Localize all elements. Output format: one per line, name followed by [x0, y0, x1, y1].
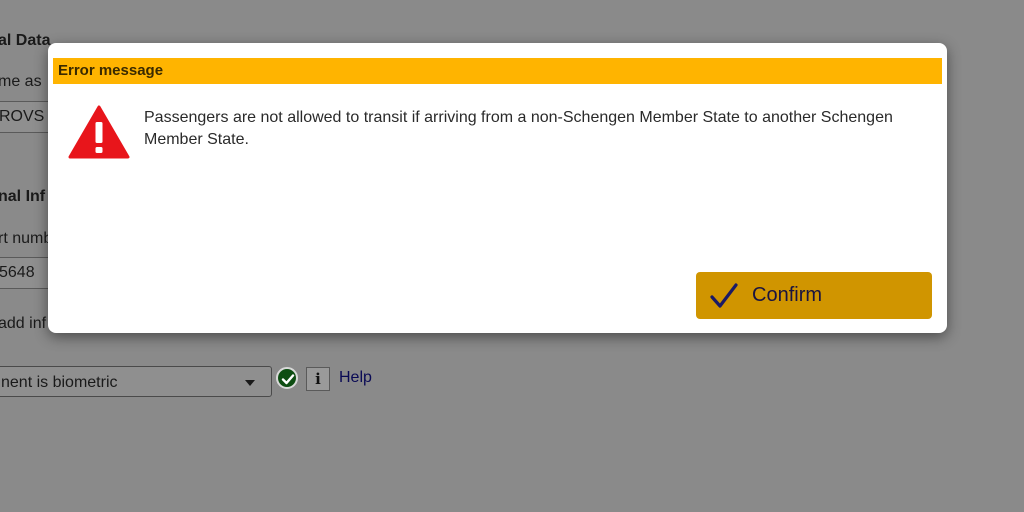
dialog-title-bar: Error message [53, 58, 942, 84]
warning-triangle-icon [68, 105, 130, 159]
confirm-button-label: Confirm [752, 284, 823, 306]
checkmark-icon [710, 283, 738, 308]
error-message-text: Passengers are not allowed to transit if… [144, 109, 893, 148]
error-dialog: Error message Passengers are not allowed… [48, 43, 947, 333]
dialog-title: Error message [58, 62, 164, 79]
confirm-button[interactable]: Confirm [696, 272, 932, 319]
